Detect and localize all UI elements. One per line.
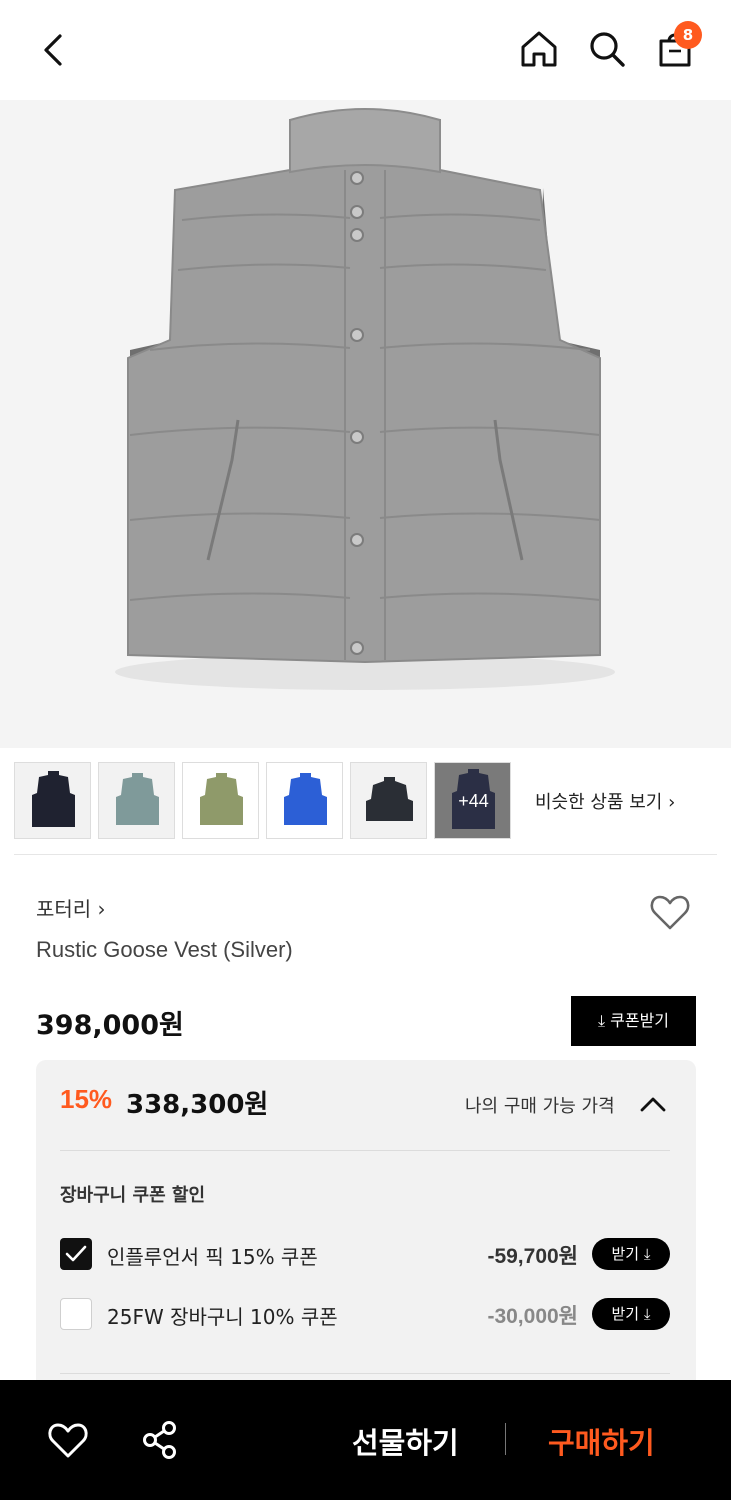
download-coupon-button[interactable]: ⤓ 쿠폰받기	[571, 996, 696, 1046]
home-icon[interactable]	[518, 28, 560, 70]
coupon-label: 인플루언서 픽 15% 쿠폰	[107, 1245, 318, 1269]
thumbnail-black-shiny-vest[interactable]	[350, 762, 427, 839]
wishlist-heart-icon[interactable]	[648, 890, 692, 934]
coupon-checkbox-unchecked[interactable]	[60, 1298, 92, 1330]
divider	[60, 1373, 670, 1374]
thumbnail-navy-vest[interactable]	[14, 762, 91, 839]
thumbnail-sage-vest[interactable]	[98, 762, 175, 839]
similar-products-link[interactable]: 비슷한 상품 보기 ›	[535, 788, 675, 814]
receive-coupon-button[interactable]: 받기 ⤓	[592, 1298, 670, 1330]
heart-icon[interactable]	[46, 1418, 90, 1462]
top-navigation-bar: 8	[0, 0, 731, 100]
discount-percent: 15%	[60, 1084, 113, 1114]
divider	[505, 1423, 506, 1455]
cart-count-badge: 8	[674, 21, 702, 49]
coupon-amount: -30,000원	[487, 1305, 578, 1328]
chevron-up-icon[interactable]	[638, 1092, 668, 1116]
cart-coupon-section-title: 장바구니 쿠폰 할인	[60, 1185, 206, 1206]
divider	[14, 854, 717, 855]
buy-button[interactable]: 구매하기	[548, 1420, 655, 1462]
share-icon[interactable]	[138, 1418, 182, 1462]
vest-thumb-icon	[200, 773, 243, 825]
thumbnail-olive-vest[interactable]	[182, 762, 259, 839]
coupon-row: 인플루언서 픽 15% 쿠폰 -59,700원 받기 ⤓	[60, 1236, 672, 1272]
back-arrow-icon[interactable]	[36, 30, 72, 70]
receive-coupon-button[interactable]: 받기 ⤓	[592, 1238, 670, 1270]
my-price-toggle-label[interactable]: 나의 구매 가능 가격	[465, 1092, 615, 1118]
original-price: 398,000원	[36, 1010, 184, 1041]
thumbnail-more-variants[interactable]: +44	[434, 762, 511, 839]
more-variants-count: +44	[458, 791, 489, 811]
gift-button[interactable]: 선물하기	[352, 1420, 459, 1462]
vest-thumb-icon	[366, 777, 413, 821]
product-name: Rustic Goose Vest (Silver)	[36, 937, 293, 962]
coupon-row: 25FW 장바구니 10% 쿠폰 -30,000원 받기 ⤓	[60, 1296, 672, 1332]
sale-price: 338,300원	[126, 1090, 269, 1120]
search-icon[interactable]	[586, 28, 628, 70]
brand-link[interactable]: 포터리 ›	[36, 893, 106, 922]
vest-thumb-icon	[284, 773, 327, 825]
vest-illustration	[115, 108, 615, 690]
coupon-label: 25FW 장바구니 10% 쿠폰	[107, 1305, 338, 1329]
coupon-amount: -59,700원	[487, 1245, 578, 1268]
vest-thumb-icon	[32, 771, 75, 827]
vest-thumb-icon	[116, 773, 159, 825]
thumbnail-blue-vest[interactable]	[266, 762, 343, 839]
coupon-checkbox-checked[interactable]	[60, 1238, 92, 1270]
checkmark-icon	[65, 1245, 87, 1262]
product-hero-image[interactable]	[0, 100, 731, 748]
divider	[60, 1150, 670, 1151]
